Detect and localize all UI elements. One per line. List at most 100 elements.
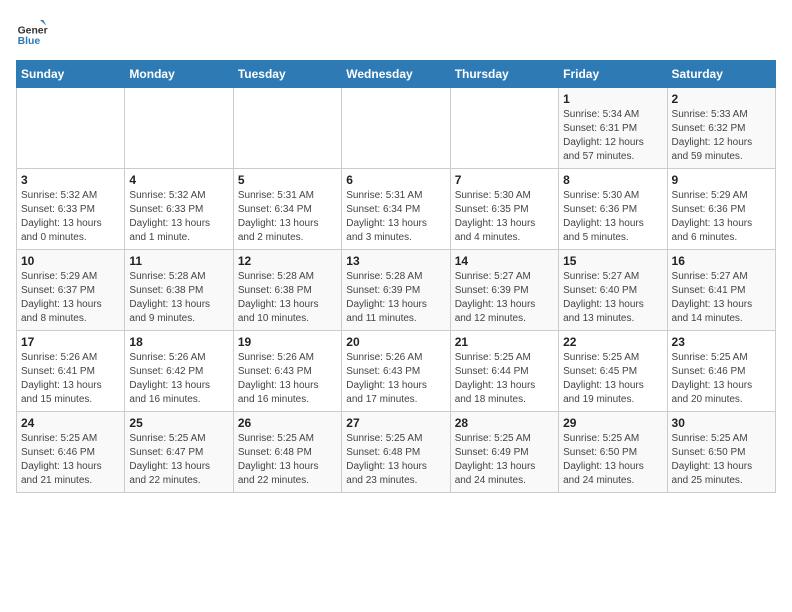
calendar-day-header: Thursday bbox=[450, 61, 558, 88]
calendar-cell: 28 Sunrise: 5:25 AMSunset: 6:49 PMDayligh… bbox=[450, 412, 558, 493]
calendar-week-row: 3 Sunrise: 5:32 AMSunset: 6:33 PMDaylight… bbox=[17, 169, 776, 250]
day-info: Sunrise: 5:25 AMSunset: 6:50 PMDaylight:… bbox=[563, 432, 662, 488]
day-info: Sunrise: 5:29 AMSunset: 6:37 PMDaylight:… bbox=[21, 270, 120, 326]
day-number: 10 bbox=[21, 254, 120, 268]
calendar-cell bbox=[233, 88, 341, 169]
calendar-cell: 19 Sunrise: 5:26 AMSunset: 6:43 PMDayligh… bbox=[233, 331, 341, 412]
day-number: 13 bbox=[346, 254, 445, 268]
day-number: 8 bbox=[563, 173, 662, 187]
calendar-table: SundayMondayTuesdayWednesdayThursdayFrid… bbox=[16, 60, 776, 493]
calendar-cell bbox=[125, 88, 233, 169]
calendar-cell: 4Sunrise: 5:32 AMSunset: 6:33 PMDaylight… bbox=[125, 169, 233, 250]
day-number: 12 bbox=[238, 254, 337, 268]
calendar-day-header: Friday bbox=[559, 61, 667, 88]
calendar-cell: 16 Sunrise: 5:27 AMSunset: 6:41 PMDayligh… bbox=[667, 250, 775, 331]
day-info: Sunrise: 5:27 AMSunset: 6:41 PMDaylight:… bbox=[672, 270, 771, 326]
calendar-cell: 2Sunrise: 5:33 AMSunset: 6:32 PMDaylight… bbox=[667, 88, 775, 169]
day-number: 28 bbox=[455, 416, 554, 430]
calendar-cell: 24 Sunrise: 5:25 AMSunset: 6:46 PMDayligh… bbox=[17, 412, 125, 493]
day-info: Sunrise: 5:25 AMSunset: 6:45 PMDaylight:… bbox=[563, 351, 662, 407]
day-info: Sunrise: 5:32 AMSunset: 6:33 PMDaylight:… bbox=[21, 189, 120, 245]
day-number: 9 bbox=[672, 173, 771, 187]
day-info: Sunrise: 5:31 AMSunset: 6:34 PMDaylight:… bbox=[238, 189, 337, 245]
day-number: 24 bbox=[21, 416, 120, 430]
calendar-cell: 14Sunrise: 5:27 AMSunset: 6:39 PMDayligh… bbox=[450, 250, 558, 331]
calendar-cell: 30 Sunrise: 5:25 AMSunset: 6:50 PMDayligh… bbox=[667, 412, 775, 493]
logo-icon: General Blue bbox=[16, 16, 48, 48]
calendar-cell: 10 Sunrise: 5:29 AMSunset: 6:37 PMDayligh… bbox=[17, 250, 125, 331]
day-number: 21 bbox=[455, 335, 554, 349]
day-info: Sunrise: 5:25 AMSunset: 6:44 PMDaylight:… bbox=[455, 351, 554, 407]
day-number: 11 bbox=[129, 254, 228, 268]
day-info: Sunrise: 5:26 AMSunset: 6:43 PMDaylight:… bbox=[238, 351, 337, 407]
calendar-cell: 22 Sunrise: 5:25 AMSunset: 6:45 PMDayligh… bbox=[559, 331, 667, 412]
calendar-cell: 12 Sunrise: 5:28 AMSunset: 6:38 PMDayligh… bbox=[233, 250, 341, 331]
day-number: 14 bbox=[455, 254, 554, 268]
day-number: 22 bbox=[563, 335, 662, 349]
day-number: 16 bbox=[672, 254, 771, 268]
day-info: Sunrise: 5:26 AMSunset: 6:41 PMDaylight:… bbox=[21, 351, 120, 407]
calendar-week-row: 17Sunrise: 5:26 AMSunset: 6:41 PMDayligh… bbox=[17, 331, 776, 412]
day-number: 3 bbox=[21, 173, 120, 187]
calendar-cell: 9 Sunrise: 5:29 AMSunset: 6:36 PMDaylight… bbox=[667, 169, 775, 250]
day-number: 4 bbox=[129, 173, 228, 187]
calendar-cell: 13 Sunrise: 5:28 AMSunset: 6:39 PMDayligh… bbox=[342, 250, 450, 331]
day-number: 5 bbox=[238, 173, 337, 187]
calendar-cell bbox=[450, 88, 558, 169]
day-number: 20 bbox=[346, 335, 445, 349]
calendar-week-row: 24 Sunrise: 5:25 AMSunset: 6:46 PMDayligh… bbox=[17, 412, 776, 493]
calendar-day-header: Tuesday bbox=[233, 61, 341, 88]
day-info: Sunrise: 5:25 AMSunset: 6:48 PMDaylight:… bbox=[346, 432, 445, 488]
day-info: Sunrise: 5:28 AMSunset: 6:38 PMDaylight:… bbox=[129, 270, 228, 326]
calendar-cell: 8 Sunrise: 5:30 AMSunset: 6:36 PMDaylight… bbox=[559, 169, 667, 250]
calendar-cell: 20 Sunrise: 5:26 AMSunset: 6:43 PMDayligh… bbox=[342, 331, 450, 412]
day-number: 2 bbox=[672, 92, 771, 106]
page-header: General Blue bbox=[16, 16, 776, 48]
day-number: 27 bbox=[346, 416, 445, 430]
day-number: 1 bbox=[563, 92, 662, 106]
day-info: Sunrise: 5:25 AMSunset: 6:49 PMDaylight:… bbox=[455, 432, 554, 488]
calendar-cell: 23Sunrise: 5:25 AMSunset: 6:46 PMDayligh… bbox=[667, 331, 775, 412]
calendar-cell: 21 Sunrise: 5:25 AMSunset: 6:44 PMDayligh… bbox=[450, 331, 558, 412]
calendar-cell: 26 Sunrise: 5:25 AMSunset: 6:48 PMDayligh… bbox=[233, 412, 341, 493]
day-number: 25 bbox=[129, 416, 228, 430]
logo: General Blue bbox=[16, 16, 48, 48]
calendar-cell: 5 Sunrise: 5:31 AMSunset: 6:34 PMDaylight… bbox=[233, 169, 341, 250]
svg-text:Blue: Blue bbox=[18, 36, 41, 47]
day-number: 7 bbox=[455, 173, 554, 187]
calendar-cell bbox=[342, 88, 450, 169]
calendar-cell: 15Sunrise: 5:27 AMSunset: 6:40 PMDayligh… bbox=[559, 250, 667, 331]
calendar-cell: 3 Sunrise: 5:32 AMSunset: 6:33 PMDaylight… bbox=[17, 169, 125, 250]
day-info: Sunrise: 5:29 AMSunset: 6:36 PMDaylight:… bbox=[672, 189, 771, 245]
calendar-cell: 11 Sunrise: 5:28 AMSunset: 6:38 PMDayligh… bbox=[125, 250, 233, 331]
day-number: 15 bbox=[563, 254, 662, 268]
day-number: 19 bbox=[238, 335, 337, 349]
day-info: Sunrise: 5:30 AMSunset: 6:36 PMDaylight:… bbox=[563, 189, 662, 245]
calendar-cell bbox=[17, 88, 125, 169]
day-number: 6 bbox=[346, 173, 445, 187]
calendar-cell: 1 Sunrise: 5:34 AMSunset: 6:31 PMDaylight… bbox=[559, 88, 667, 169]
calendar-day-header: Wednesday bbox=[342, 61, 450, 88]
day-info: Sunrise: 5:25 AMSunset: 6:46 PMDaylight:… bbox=[21, 432, 120, 488]
day-number: 18 bbox=[129, 335, 228, 349]
calendar-cell: 6 Sunrise: 5:31 AMSunset: 6:34 PMDaylight… bbox=[342, 169, 450, 250]
day-info: Sunrise: 5:28 AMSunset: 6:39 PMDaylight:… bbox=[346, 270, 445, 326]
day-info: Sunrise: 5:26 AMSunset: 6:43 PMDaylight:… bbox=[346, 351, 445, 407]
calendar-cell: 27 Sunrise: 5:25 AMSunset: 6:48 PMDayligh… bbox=[342, 412, 450, 493]
svg-text:General: General bbox=[18, 26, 48, 37]
calendar-cell: 18 Sunrise: 5:26 AMSunset: 6:42 PMDayligh… bbox=[125, 331, 233, 412]
day-info: Sunrise: 5:26 AMSunset: 6:42 PMDaylight:… bbox=[129, 351, 228, 407]
day-info: Sunrise: 5:28 AMSunset: 6:38 PMDaylight:… bbox=[238, 270, 337, 326]
day-number: 26 bbox=[238, 416, 337, 430]
day-info: Sunrise: 5:34 AMSunset: 6:31 PMDaylight:… bbox=[563, 108, 662, 164]
day-info: Sunrise: 5:25 AMSunset: 6:46 PMDaylight:… bbox=[672, 351, 771, 407]
day-info: Sunrise: 5:25 AMSunset: 6:48 PMDaylight:… bbox=[238, 432, 337, 488]
day-info: Sunrise: 5:31 AMSunset: 6:34 PMDaylight:… bbox=[346, 189, 445, 245]
day-number: 30 bbox=[672, 416, 771, 430]
calendar-cell: 25Sunrise: 5:25 AMSunset: 6:47 PMDayligh… bbox=[125, 412, 233, 493]
calendar-day-header: Sunday bbox=[17, 61, 125, 88]
calendar-cell: 7Sunrise: 5:30 AMSunset: 6:35 PMDaylight… bbox=[450, 169, 558, 250]
day-info: Sunrise: 5:25 AMSunset: 6:50 PMDaylight:… bbox=[672, 432, 771, 488]
calendar-header-row: SundayMondayTuesdayWednesdayThursdayFrid… bbox=[17, 61, 776, 88]
calendar-week-row: 1 Sunrise: 5:34 AMSunset: 6:31 PMDaylight… bbox=[17, 88, 776, 169]
